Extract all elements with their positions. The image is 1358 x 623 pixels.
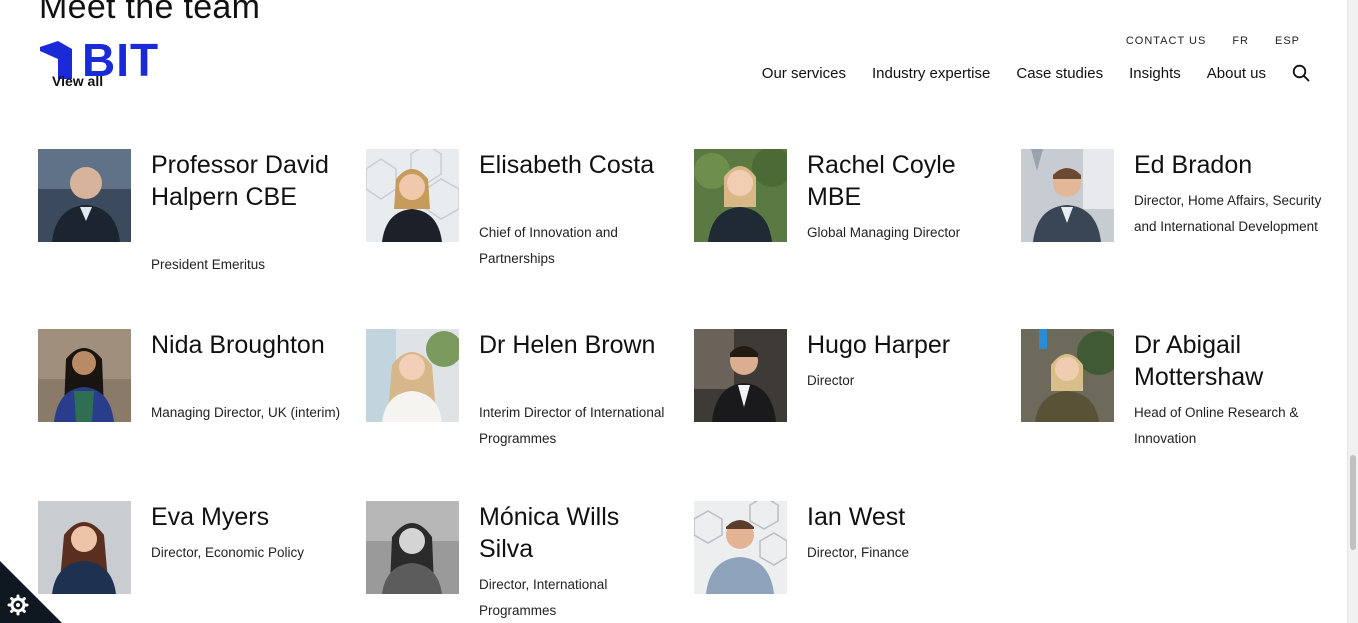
utility-nav: CONTACT US FR ESP: [1126, 35, 1300, 47]
team-member-card[interactable]: Ian West Director, Finance: [694, 501, 1004, 621]
team-member-role: Interim Director of International Progra…: [479, 405, 665, 446]
team-member-role: Director, Finance: [807, 545, 910, 560]
team-member-name[interactable]: Elisabeth Costa: [479, 149, 669, 181]
team-member-role: Global Managing Director: [807, 225, 961, 240]
section-title: Meet the team: [39, 0, 261, 26]
team-member-card[interactable]: Dr Abigail Mottershaw Head of Online Res…: [1021, 329, 1331, 469]
team-member-role: Chief of Innovation and Partnerships: [479, 225, 618, 266]
scrollbar-thumb[interactable]: [1350, 455, 1356, 550]
team-member-card[interactable]: Mónica Wills Silva Director, Internation…: [366, 501, 676, 621]
team-member-name[interactable]: Rachel Coyle MBE: [807, 149, 997, 213]
team-member-card[interactable]: Nida Broughton Managing Director, UK (in…: [38, 329, 348, 469]
team-member-card[interactable]: Professor David Halpern CBE President Em…: [38, 149, 348, 289]
team-member-role: President Emeritus: [151, 257, 266, 272]
team-member-name[interactable]: Mónica Wills Silva: [479, 501, 669, 565]
page: Meet the team BIT View all CONTACT US FR…: [0, 0, 1358, 623]
team-member-role: Director, International Programmes: [479, 577, 608, 618]
view-all-link[interactable]: View all: [52, 73, 103, 89]
team-member-name[interactable]: Eva Myers: [151, 501, 341, 533]
team-member-photo: [366, 149, 459, 242]
team-member-name[interactable]: Dr Abigail Mottershaw: [1134, 329, 1324, 393]
nav-our-services[interactable]: Our services: [762, 65, 846, 82]
utility-contact-us[interactable]: CONTACT US: [1126, 35, 1207, 47]
team-member-photo: [1021, 149, 1114, 242]
cookie-settings-button[interactable]: [0, 561, 62, 623]
team-member-role: Director: [807, 373, 855, 388]
team-member-photo: [38, 329, 131, 422]
page-scrollbar[interactable]: [1347, 0, 1358, 623]
team-member-role: Head of Online Research & Innovation: [1134, 405, 1299, 446]
team-member-name[interactable]: Ed Bradon: [1134, 149, 1324, 181]
team-member-photo: [694, 149, 787, 242]
team-member-role: Managing Director, UK (interim): [151, 405, 341, 420]
team-member-card[interactable]: Dr Helen Brown Interim Director of Inter…: [366, 329, 676, 469]
team-member-name[interactable]: Professor David Halpern CBE: [151, 149, 341, 213]
team-member-name[interactable]: Hugo Harper: [807, 329, 997, 361]
nav-insights[interactable]: Insights: [1129, 65, 1181, 82]
team-member-name[interactable]: Ian West: [807, 501, 997, 533]
team-member-name[interactable]: Dr Helen Brown: [479, 329, 669, 361]
team-member-photo: [694, 329, 787, 422]
search-icon[interactable]: [1292, 64, 1310, 82]
nav-about-us[interactable]: About us: [1207, 65, 1266, 82]
utility-lang-esp[interactable]: ESP: [1275, 35, 1300, 47]
team-member-card[interactable]: Elisabeth Costa Chief of Innovation and …: [366, 149, 676, 289]
team-member-photo: [694, 501, 787, 594]
team-member-photo: [366, 501, 459, 594]
main-nav: Our services Industry expertise Case stu…: [762, 64, 1310, 82]
team-member-card[interactable]: Eva Myers Director, Economic Policy: [38, 501, 348, 621]
team-member-name[interactable]: Nida Broughton: [151, 329, 341, 361]
team-member-card[interactable]: Hugo Harper Director: [694, 329, 1004, 469]
team-member-photo: [38, 149, 131, 242]
utility-lang-fr[interactable]: FR: [1232, 35, 1249, 47]
nav-case-studies[interactable]: Case studies: [1016, 65, 1103, 82]
team-member-photo: [1021, 329, 1114, 422]
team-member-role: Director, Economic Policy: [151, 545, 305, 560]
gear-icon: [7, 594, 29, 616]
team-member-card[interactable]: Ed Bradon Director, Home Affairs, Securi…: [1021, 149, 1331, 289]
team-member-photo: [366, 329, 459, 422]
team-member-card[interactable]: Rachel Coyle MBE Global Managing Directo…: [694, 149, 1004, 289]
nav-industry-expertise[interactable]: Industry expertise: [872, 65, 990, 82]
team-member-role: Director, Home Affairs, Security and Int…: [1134, 193, 1322, 234]
